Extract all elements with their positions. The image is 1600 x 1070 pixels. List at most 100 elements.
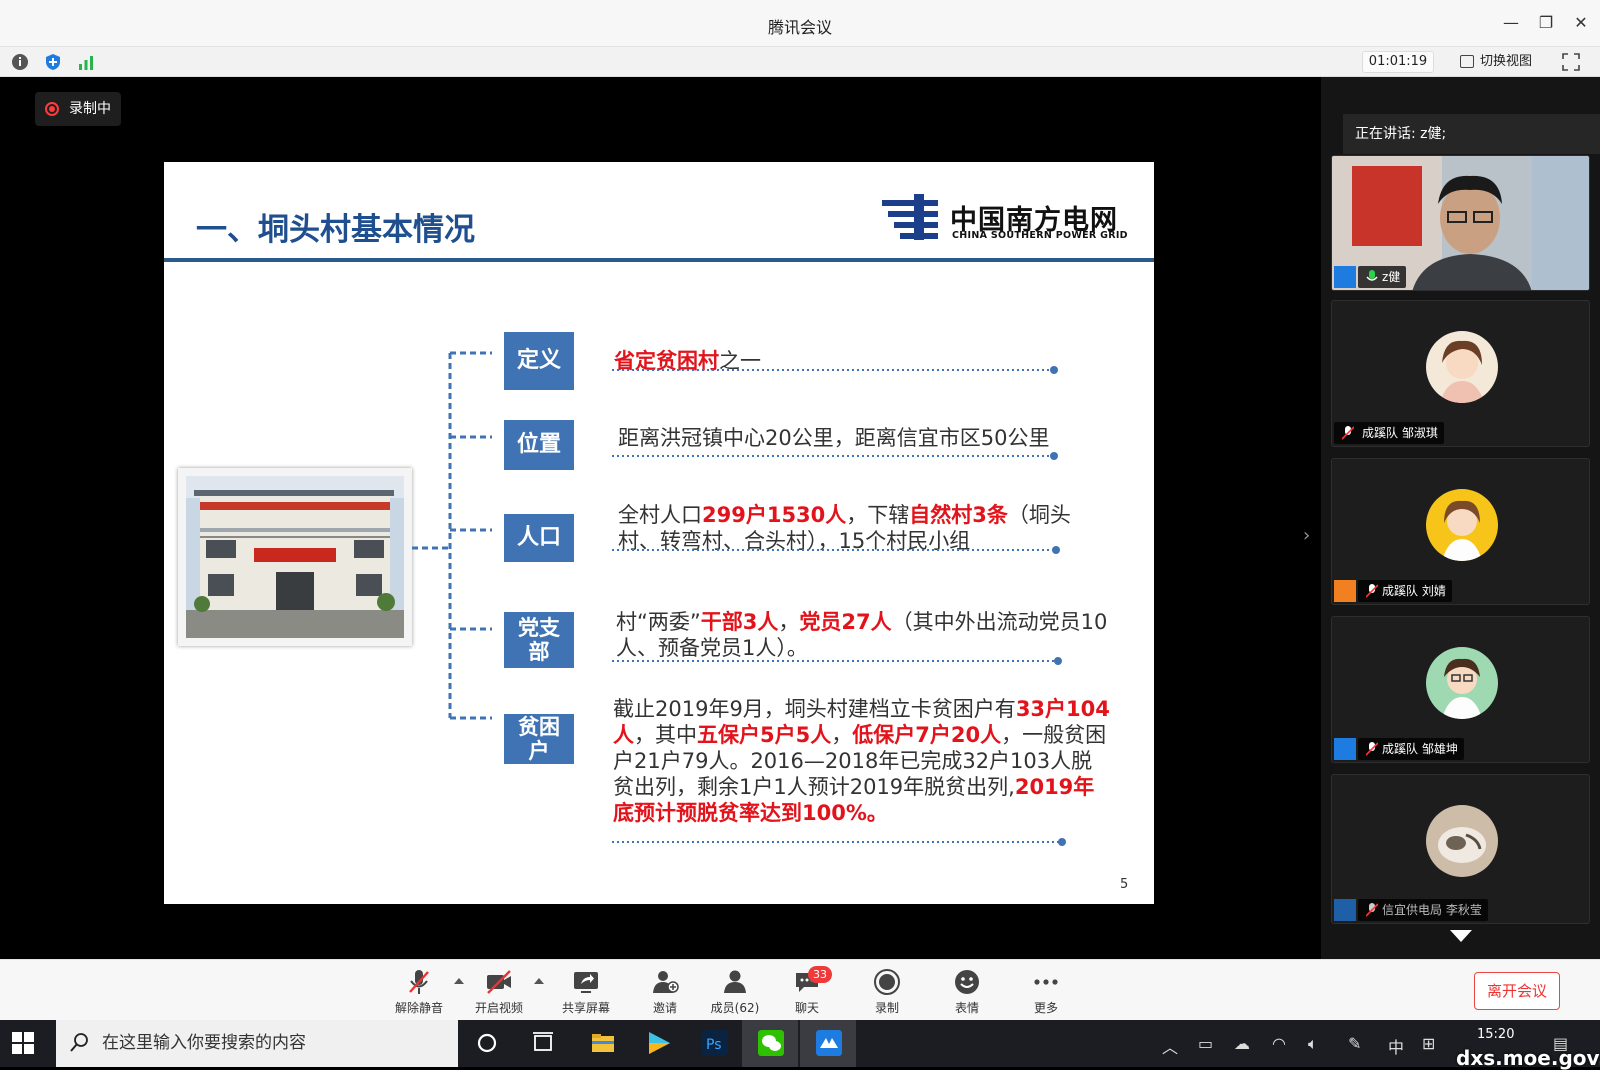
cartoon-avatar-icon xyxy=(1426,489,1498,561)
play-triangle-icon xyxy=(649,1032,670,1054)
svg-text:Ps: Ps xyxy=(706,1037,722,1053)
participant-tile[interactable]: 信宜供电局 李秋莹 xyxy=(1331,774,1590,924)
building-photo-image xyxy=(186,476,404,638)
folder-icon xyxy=(592,1034,614,1052)
host-user-icon xyxy=(1334,266,1356,288)
security-shield-icon[interactable] xyxy=(43,52,63,72)
ime-indicator[interactable]: 中 xyxy=(1388,1034,1404,1058)
search-placeholder: 在这里输入你要搜索的内容 xyxy=(102,1033,306,1053)
members-label: 成员(62) xyxy=(710,1001,760,1015)
title-bar: 腾讯会议 — ❐ ✕ xyxy=(0,0,1600,47)
invite-button[interactable]: 邀请 xyxy=(630,968,700,1018)
tag-definition: 定义 xyxy=(504,332,574,390)
participant-tile[interactable]: 成蹊队 邹淑琪 xyxy=(1331,300,1590,447)
wechat-button[interactable] xyxy=(742,1020,798,1067)
info-icon[interactable] xyxy=(10,52,30,72)
participant-name-tag: z健 xyxy=(1358,266,1407,288)
participant-name: z健 xyxy=(1382,270,1401,284)
wifi-icon[interactable]: ◠ xyxy=(1272,1034,1286,1053)
close-button[interactable]: ✕ xyxy=(1570,12,1592,34)
fullscreen-icon[interactable] xyxy=(1562,53,1580,71)
participant-name-tag: 成蹊队 邹雄坤 xyxy=(1358,738,1464,760)
tencent-meeting-button[interactable] xyxy=(800,1020,856,1067)
pen-icon[interactable]: ✎ xyxy=(1348,1034,1361,1053)
recording-badge: 录制中 xyxy=(35,92,121,126)
cortana-circle-icon xyxy=(477,1033,497,1053)
photoshop-button[interactable]: Ps xyxy=(686,1020,742,1067)
task-view-icon xyxy=(533,1032,553,1051)
photoshop-icon: Ps xyxy=(702,1030,728,1056)
mic-muted-icon xyxy=(1366,903,1378,917)
video-options-caret-icon[interactable] xyxy=(534,978,544,984)
slide-page-number: 5 xyxy=(1120,877,1129,892)
camera-off-icon xyxy=(487,970,511,994)
participant-name: 成蹊队 刘婧 xyxy=(1382,584,1446,598)
connector-lines xyxy=(412,351,492,720)
record-label: 录制 xyxy=(874,1001,899,1015)
scroll-down-arrow-icon[interactable] xyxy=(1450,930,1472,942)
leave-meeting-button[interactable]: 离开会议 xyxy=(1474,972,1560,1010)
unmute-button[interactable]: 解除静音 xyxy=(384,968,454,1018)
windows-start-icon[interactable] xyxy=(12,1032,34,1054)
record-dot-icon xyxy=(45,102,59,116)
user-icon xyxy=(1334,899,1356,921)
cat-photo-avatar-icon xyxy=(1426,805,1498,877)
tencent-meeting-icon xyxy=(816,1030,842,1056)
participant-name-tag: 成蹊队 刘婧 xyxy=(1358,580,1452,602)
ime-mode-icon[interactable]: ⊞ xyxy=(1422,1034,1435,1053)
mic-active-icon xyxy=(1366,270,1378,281)
search-icon xyxy=(70,1033,88,1052)
invite-label: 邀请 xyxy=(652,1001,677,1015)
participant-tile[interactable]: 成蹊队 刘婧 xyxy=(1331,458,1590,605)
mic-muted-icon xyxy=(1366,742,1378,756)
slide-title: 一、垌头村基本情况 xyxy=(196,212,475,247)
collapse-panel-chevron-icon[interactable]: › xyxy=(1303,525,1310,546)
dotted-underlines xyxy=(612,366,1066,846)
mic-muted-icon xyxy=(1366,584,1378,598)
village-center-photo xyxy=(178,468,412,646)
task-view-button[interactable] xyxy=(514,1020,570,1067)
start-video-label: 开启视频 xyxy=(474,1001,523,1015)
meeting-timer: 01:01:19 xyxy=(1362,51,1434,73)
wechat-icon xyxy=(758,1030,784,1056)
taskbar-clock[interactable]: 15:20 xyxy=(1477,1026,1514,1044)
mic-muted-icon xyxy=(1342,426,1354,440)
cortana-button[interactable] xyxy=(458,1020,514,1067)
mic-muted-icon xyxy=(409,970,429,994)
share-screen-button[interactable]: 共享屏幕 xyxy=(551,968,621,1018)
csg-logo: 中国南方电网 CHINA SOUTHERN POWER GRID xyxy=(880,192,1130,244)
restore-button[interactable]: ❐ xyxy=(1535,12,1557,34)
participant-name-tag: 成蹊队 邹淑琪 xyxy=(1334,422,1444,444)
unread-chat-badge: 33 xyxy=(808,966,832,983)
smiley-icon xyxy=(955,970,979,994)
taskbar-search-box[interactable]: 在这里输入你要搜索的内容 xyxy=(56,1020,458,1067)
signal-bars-icon[interactable] xyxy=(76,52,96,72)
participant-name: 成蹊队 邹淑琪 xyxy=(1362,426,1438,440)
battery-icon[interactable]: ▭ xyxy=(1198,1034,1213,1053)
minimize-button[interactable]: — xyxy=(1500,12,1522,34)
more-label: 更多 xyxy=(1033,1001,1058,1015)
participant-tile[interactable]: 成蹊队 邹雄坤 xyxy=(1331,616,1590,763)
file-explorer-button[interactable] xyxy=(574,1020,630,1067)
onedrive-cloud-icon[interactable]: ☁ xyxy=(1234,1034,1250,1053)
members-button[interactable]: 成员(62) xyxy=(700,968,770,1018)
start-video-button[interactable]: 开启视频 xyxy=(464,968,534,1018)
csg-logo-mark-icon xyxy=(882,194,938,240)
emoji-button[interactable]: 表情 xyxy=(932,968,1002,1018)
user-icon xyxy=(1334,580,1356,602)
audio-options-caret-icon[interactable] xyxy=(454,978,464,984)
presentation-slide: 一、垌头村基本情况 中国南方电网 CHINA SOUTHERN POWER GR… xyxy=(164,162,1154,904)
switch-view-button[interactable]: 切换视图 xyxy=(1458,51,1532,73)
more-dots-icon xyxy=(1034,979,1058,985)
show-hidden-icons-chevron-icon[interactable]: ︿ xyxy=(1162,1034,1178,1058)
record-button[interactable]: 录制 xyxy=(852,968,922,1018)
participant-tile[interactable]: z健 xyxy=(1331,155,1590,291)
switch-view-label: 切换视图 xyxy=(1480,54,1533,69)
cartoon-avatar-icon xyxy=(1426,647,1498,719)
meeting-controls-bar: 解除静音 开启视频 共享屏幕 邀请 成员(62) 聊天 33 录制 表情 更多 … xyxy=(0,959,1600,1020)
members-icon xyxy=(724,970,746,993)
volume-icon[interactable]: 🔈︎ xyxy=(1308,1034,1318,1054)
more-button[interactable]: 更多 xyxy=(1011,968,1081,1018)
user-icon xyxy=(1334,738,1356,760)
video-player-button[interactable] xyxy=(630,1020,686,1067)
